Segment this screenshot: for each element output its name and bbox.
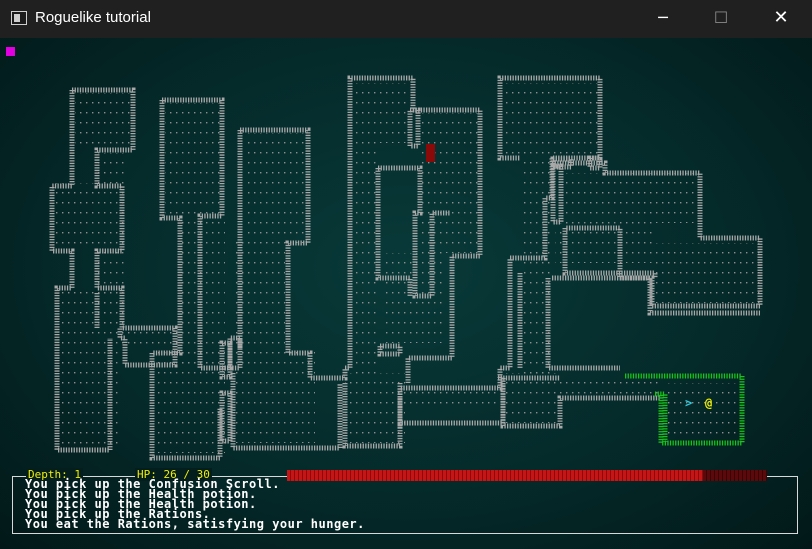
maximize-button[interactable]: ☐ xyxy=(692,0,750,38)
log-line: You eat the Rations, satisfying your hun… xyxy=(25,517,365,531)
player-character: @ xyxy=(705,396,713,410)
item-marker xyxy=(426,144,435,162)
minimize-button[interactable]: ─ xyxy=(634,0,692,38)
close-button[interactable]: ✕ xyxy=(752,0,810,38)
app-icon xyxy=(11,11,27,25)
game-console[interactable]: > @ Depth: 1 HP: 26 / 30 You pick up the… xyxy=(0,38,812,549)
title-bar[interactable]: Roguelike tutorial ─ ☐ ✕ xyxy=(0,0,812,38)
downstairs: > xyxy=(685,396,693,410)
message-log: You pick up the Confusion Scroll. You pi… xyxy=(25,478,365,531)
window-title: Roguelike tutorial xyxy=(35,9,151,26)
